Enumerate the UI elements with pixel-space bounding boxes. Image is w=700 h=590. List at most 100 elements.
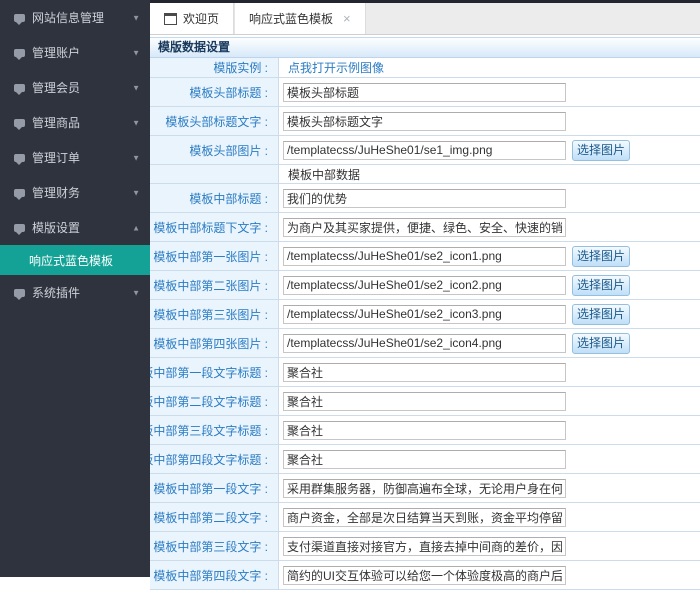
form-row-header-title: 模板头部标题 : [150, 78, 700, 107]
sidebar-item-products[interactable]: 管理商品 ▼ [0, 105, 150, 140]
paragraph-text-1-input[interactable] [283, 479, 566, 498]
choose-image-button[interactable]: 选择图片 [572, 275, 630, 296]
form-row-template-example: 模版实例 : 点我打开示例图像 [150, 58, 700, 78]
chat-bubble-icon [14, 154, 25, 162]
sidebar-item-accounts[interactable]: 管理账户 ▼ [0, 35, 150, 70]
paragraph-title-3-input[interactable] [283, 421, 566, 440]
chevron-down-icon: ▼ [132, 118, 140, 127]
choose-image-button[interactable]: 选择图片 [572, 333, 630, 354]
form-row-middle-image-4: 模板中部第四张图片 : 选择图片 [150, 329, 700, 358]
middle-image-4-path-input[interactable] [283, 334, 566, 353]
field-label: 模板中部第二段文字 : [150, 503, 279, 531]
window-icon [164, 13, 177, 25]
field-label: 模板中部第三张图片 : [150, 300, 279, 328]
field-label: 模板中部第三段文字标题 : [150, 416, 279, 444]
form-row-middle-subtitle-text: 模板中部标题下文字 : [150, 213, 700, 242]
paragraph-title-4-input[interactable] [283, 450, 566, 469]
field-label [150, 165, 279, 183]
form-row-middle-data-divider: 模板中部数据 [150, 165, 700, 184]
field-label: 模板头部标题 : [150, 78, 279, 106]
chevron-down-icon: ▼ [132, 153, 140, 162]
sidebar-item-label: 模版设置 [32, 219, 80, 236]
section-divider-text: 模板中部数据 [288, 166, 360, 183]
field-label: 模板中部第四张图片 : [150, 329, 279, 357]
sidebar-item-system-plugins[interactable]: 系统插件 ▼ [0, 275, 150, 310]
choose-image-button[interactable]: 选择图片 [572, 140, 630, 161]
sidebar-item-label: 管理商品 [32, 114, 80, 131]
field-label: 模板头部标题文字 : [150, 107, 279, 135]
header-image-path-input[interactable] [283, 141, 566, 160]
form-row-middle-image-1: 模板中部第一张图片 : 选择图片 [150, 242, 700, 271]
tab-label: 响应式蓝色模板 [249, 10, 333, 27]
choose-image-button[interactable]: 选择图片 [572, 304, 630, 325]
form-row-middle-title: 模板中部标题 : [150, 184, 700, 213]
field-label: 模板中部第四段文字标题 : [150, 445, 279, 473]
form-row-middle-image-3: 模板中部第三张图片 : 选择图片 [150, 300, 700, 329]
field-label: 模板中部第二段文字标题 : [150, 387, 279, 415]
tab-label: 欢迎页 [183, 10, 219, 27]
form-row-paragraph-text-4: 模板中部第四段文字 : [150, 561, 700, 590]
sidebar-item-responsive-blue-template[interactable]: 响应式蓝色模板 [0, 245, 150, 275]
sidebar-item-label: 管理账户 [32, 44, 80, 61]
chat-bubble-icon [14, 119, 25, 127]
middle-image-1-path-input[interactable] [283, 247, 566, 266]
form-row-paragraph-title-4: 模板中部第四段文字标题 : [150, 445, 700, 474]
chat-bubble-icon [14, 289, 25, 297]
field-label: 模板中部第一段文字标题 : [150, 358, 279, 386]
field-label: 模板中部第一段文字 : [150, 474, 279, 502]
form-row-paragraph-title-3: 模板中部第三段文字标题 : [150, 416, 700, 445]
form-row-paragraph-title-2: 模板中部第二段文字标题 : [150, 387, 700, 416]
field-label: 模版实例 : [150, 58, 279, 77]
tab-responsive-blue-template[interactable]: 响应式蓝色模板 × [234, 3, 366, 34]
chevron-down-icon: ▼ [132, 188, 140, 197]
chat-bubble-icon [14, 14, 25, 22]
field-label: 模板中部第一张图片 : [150, 242, 279, 270]
middle-image-3-path-input[interactable] [283, 305, 566, 324]
paragraph-text-4-input[interactable] [283, 566, 566, 585]
sidebar-item-label: 管理订单 [32, 149, 80, 166]
chevron-up-icon: ▲ [132, 223, 140, 232]
header-title-input[interactable] [283, 83, 566, 102]
form-row-paragraph-text-1: 模板中部第一段文字 : [150, 474, 700, 503]
choose-image-button[interactable]: 选择图片 [572, 246, 630, 267]
sidebar-item-label: 系统插件 [32, 284, 80, 301]
form-row-middle-image-2: 模板中部第二张图片 : 选择图片 [150, 271, 700, 300]
middle-title-input[interactable] [283, 189, 566, 208]
middle-subtitle-text-input[interactable] [283, 218, 566, 237]
form-row-header-title-text: 模板头部标题文字 : [150, 107, 700, 136]
form-row-paragraph-text-3: 模板中部第三段文字 : [150, 532, 700, 561]
paragraph-text-3-input[interactable] [283, 537, 566, 556]
sidebar-item-members[interactable]: 管理会员 ▼ [0, 70, 150, 105]
chat-bubble-icon [14, 84, 25, 92]
sidebar-item-orders[interactable]: 管理订单 ▼ [0, 140, 150, 175]
form-row-paragraph-text-2: 模板中部第二段文字 : [150, 503, 700, 532]
chat-bubble-icon [14, 49, 25, 57]
field-label: 模板头部图片 : [150, 136, 279, 164]
middle-image-2-path-input[interactable] [283, 276, 566, 295]
chevron-down-icon: ▼ [132, 13, 140, 22]
sidebar-item-finance[interactable]: 管理财务 ▼ [0, 175, 150, 210]
field-label: 模板中部标题下文字 : [150, 213, 279, 241]
close-icon[interactable]: × [343, 12, 351, 25]
open-example-image-link[interactable]: 点我打开示例图像 [288, 59, 384, 76]
chevron-down-icon: ▼ [132, 48, 140, 57]
paragraph-title-1-input[interactable] [283, 363, 566, 382]
field-label: 模板中部标题 : [150, 184, 279, 212]
sidebar-item-template-settings[interactable]: 模版设置 ▲ [0, 210, 150, 245]
chevron-down-icon: ▼ [132, 288, 140, 297]
sidebar-item-site-info[interactable]: 网站信息管理 ▼ [0, 0, 150, 35]
paragraph-title-2-input[interactable] [283, 392, 566, 411]
sidebar-subitem-label: 响应式蓝色模板 [29, 252, 113, 269]
sidebar: 网站信息管理 ▼ 管理账户 ▼ 管理会员 ▼ 管理商品 ▼ 管理订单 ▼ 管理财… [0, 0, 150, 577]
chat-bubble-icon [14, 224, 25, 232]
chevron-down-icon: ▼ [132, 83, 140, 92]
paragraph-text-2-input[interactable] [283, 508, 566, 527]
chat-bubble-icon [14, 189, 25, 197]
header-title-text-input[interactable] [283, 112, 566, 131]
field-label: 模板中部第三段文字 : [150, 532, 279, 560]
tab-welcome[interactable]: 欢迎页 [150, 3, 234, 34]
sidebar-item-label: 管理会员 [32, 79, 80, 96]
field-label: 模板中部第二张图片 : [150, 271, 279, 299]
panel-title: 模版数据设置 [150, 38, 700, 58]
form-row-paragraph-title-1: 模板中部第一段文字标题 : [150, 358, 700, 387]
